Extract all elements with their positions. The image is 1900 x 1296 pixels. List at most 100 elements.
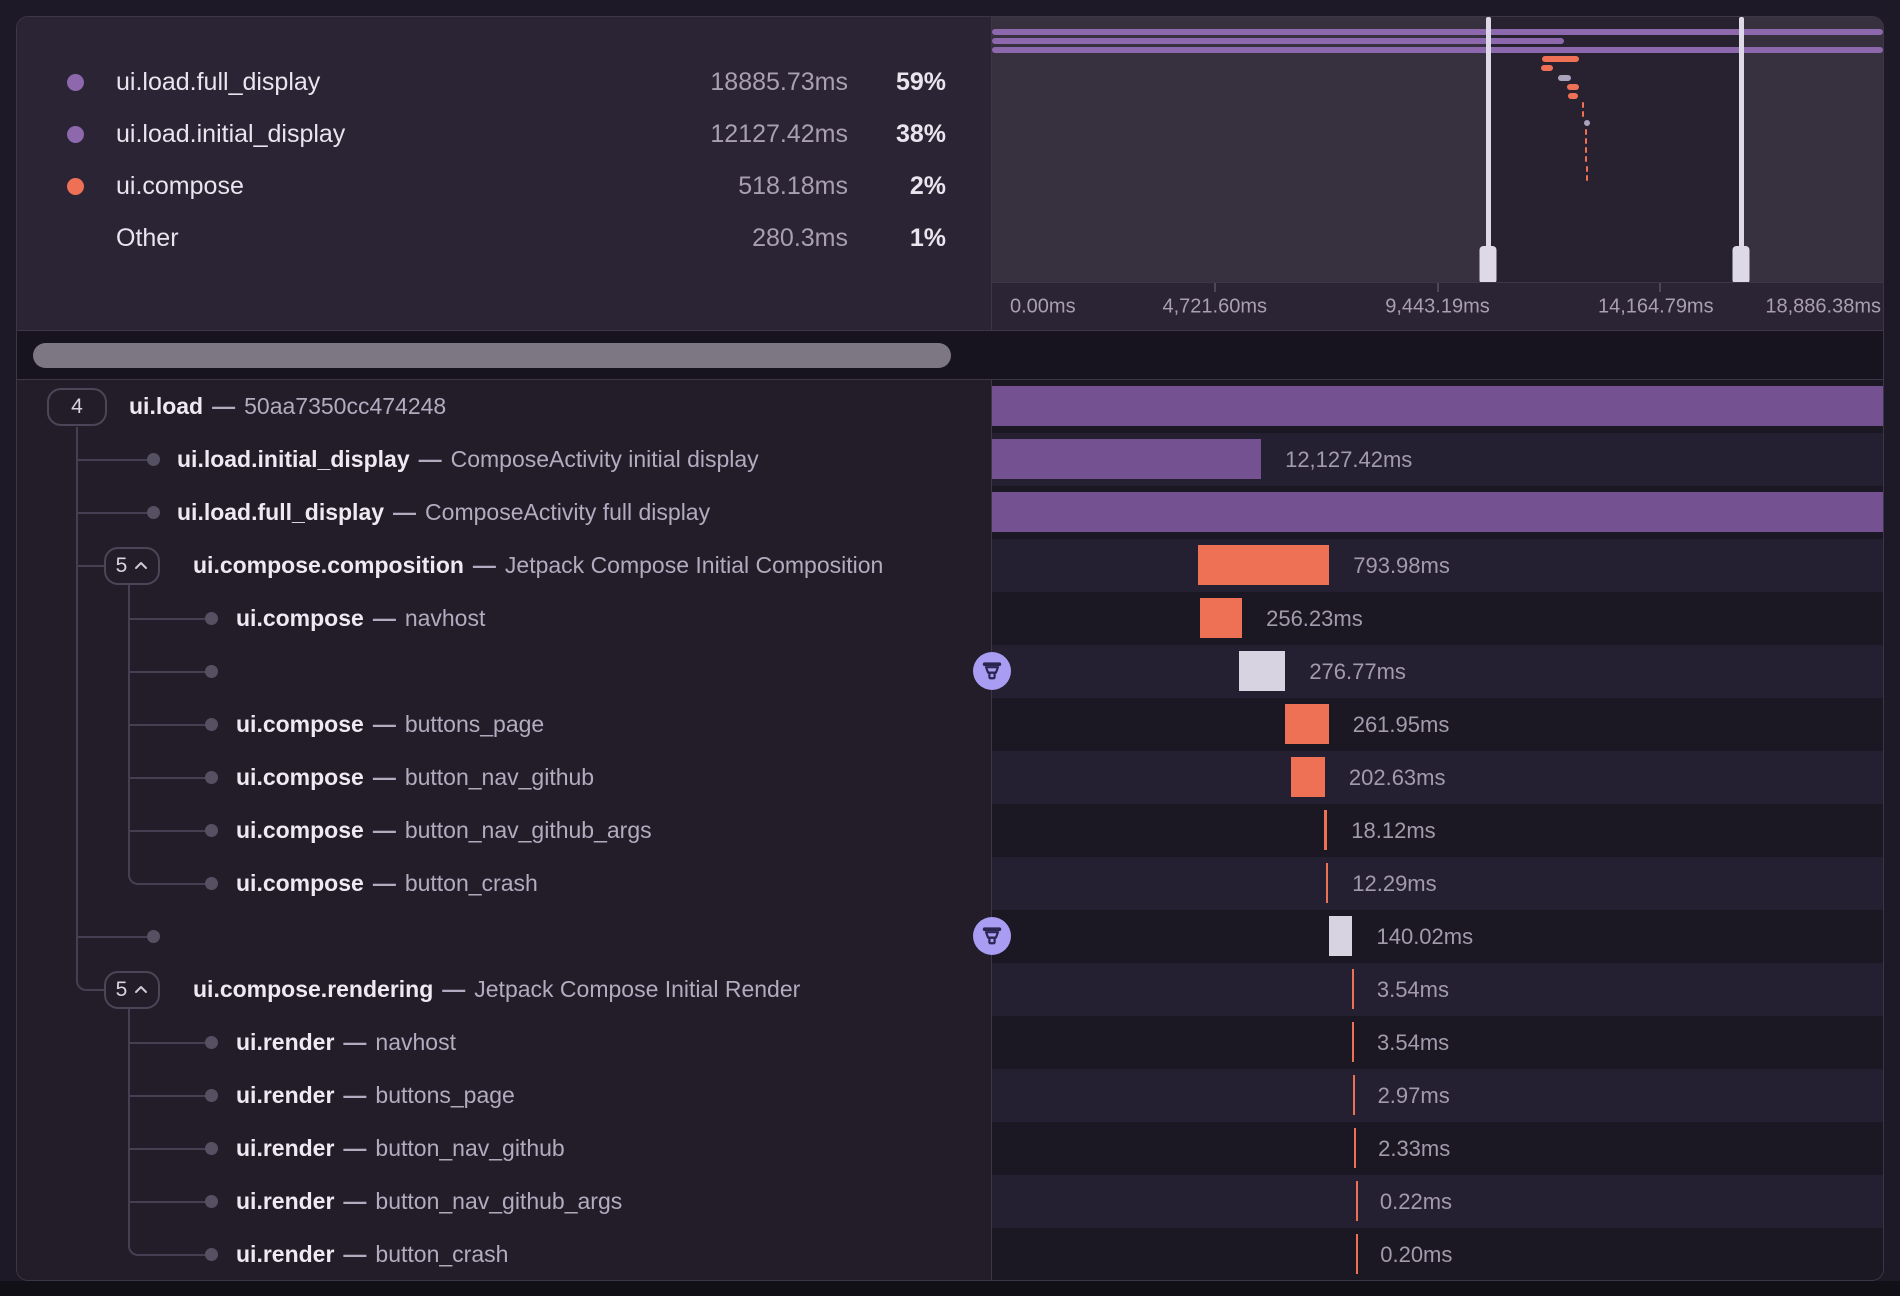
- viewport-handle-grip[interactable]: [1733, 246, 1750, 282]
- span-duration-label: 2.97ms: [1378, 1069, 1450, 1122]
- span-op-name: ui.compose: [236, 870, 364, 897]
- minimap-chart[interactable]: [992, 17, 1883, 282]
- span-tree: 4ui.load—50aa7350cc474248ui.load.initial…: [17, 380, 992, 1281]
- span-chart-row[interactable]: 0.22ms: [992, 1175, 1883, 1228]
- span-op-name: ui.render: [236, 1029, 334, 1056]
- span-tree-row[interactable]: ui.render—button_nav_github_args: [17, 1175, 991, 1228]
- span-separator: —: [343, 1135, 366, 1162]
- span-tree-row-unnamed[interactable]: [17, 910, 991, 963]
- span-duration-bar[interactable]: [992, 386, 1883, 426]
- viewport-handle-right[interactable]: [1739, 17, 1744, 282]
- span-duration-bar[interactable]: [1200, 598, 1243, 638]
- span-tree-row[interactable]: ui.compose—button_crash: [17, 857, 991, 910]
- span-chart-row[interactable]: 3.54ms: [992, 1016, 1883, 1069]
- tree-leaf-dot: [147, 453, 160, 466]
- span-tree-row[interactable]: ui.render—buttons_page: [17, 1069, 991, 1122]
- span-chart-row[interactable]: 202.63ms: [992, 751, 1883, 804]
- viewport-handle-grip[interactable]: [1480, 246, 1497, 282]
- span-chart-row[interactable]: 12.29ms: [992, 857, 1883, 910]
- span-duration-bar[interactable]: [1353, 1075, 1355, 1115]
- span-chart-row[interactable]: 0.20ms: [992, 1228, 1883, 1281]
- span-chart-row[interactable]: 261.95ms: [992, 698, 1883, 751]
- span-separator: —: [373, 870, 396, 897]
- span-chart-row[interactable]: [992, 486, 1883, 539]
- span-chart-row[interactable]: [992, 380, 1883, 433]
- span-chart-row[interactable]: 276.77ms: [992, 645, 1883, 698]
- span-duration-bar[interactable]: [992, 439, 1261, 479]
- span-tree-row[interactable]: ui.render—navhost: [17, 1016, 991, 1069]
- span-duration-label: 3.54ms: [1377, 1016, 1449, 1069]
- legend-percentage: 59%: [862, 68, 946, 97]
- span-duration-bar[interactable]: [1326, 863, 1328, 903]
- profile-icon: [979, 658, 1005, 684]
- span-tree-row[interactable]: ui.compose—button_nav_github_args: [17, 804, 991, 857]
- axis-time-label: 18,886.38ms: [1765, 295, 1881, 318]
- span-tree-row[interactable]: ui.compose—button_nav_github: [17, 751, 991, 804]
- span-tree-row[interactable]: ui.render—button_nav_github: [17, 1122, 991, 1175]
- span-tree-row[interactable]: ui.load.initial_display—ComposeActivity …: [17, 433, 991, 486]
- legend-op-label: Other: [116, 224, 658, 253]
- span-duration-bar[interactable]: [1352, 969, 1354, 1009]
- tree-leaf-dot: [205, 718, 218, 731]
- legend-color-dot: [67, 126, 84, 143]
- trace-minimap[interactable]: 0.00ms4,721.60ms9,443.19ms14,164.79ms18,…: [992, 17, 1883, 330]
- span-chart-row[interactable]: 256.23ms: [992, 592, 1883, 645]
- legend-op-label: ui.compose: [116, 172, 658, 201]
- span-tree-row[interactable]: ui.load.full_display—ComposeActivity ful…: [17, 486, 991, 539]
- minimap-viewport-region[interactable]: [1488, 17, 1741, 282]
- span-chart-row[interactable]: 3.54ms: [992, 963, 1883, 1016]
- span-duration-bar[interactable]: [1285, 704, 1328, 744]
- tree-leaf-dot: [205, 612, 218, 625]
- span-duration-bar[interactable]: [1291, 757, 1325, 797]
- span-separator: —: [419, 446, 442, 473]
- legend-percentage: 2%: [862, 172, 946, 201]
- span-op-name: ui.load: [129, 393, 203, 420]
- trace-body: 4ui.load—50aa7350cc474248ui.load.initial…: [17, 380, 1883, 1281]
- span-chart-row[interactable]: 2.97ms: [992, 1069, 1883, 1122]
- span-separator: —: [442, 976, 465, 1003]
- span-duration-bar[interactable]: [1324, 810, 1327, 850]
- span-duration-bar[interactable]: [1354, 1128, 1356, 1168]
- span-tree-row[interactable]: ui.compose—navhost: [17, 592, 991, 645]
- profile-chip[interactable]: [973, 917, 1011, 955]
- minimap-span: [1568, 93, 1578, 99]
- span-tree-row[interactable]: ui.compose.rendering—Jetpack Compose Ini…: [17, 963, 991, 1016]
- span-duration-label: 3.54ms: [1377, 963, 1449, 1016]
- span-tree-row[interactable]: ui.render—button_crash: [17, 1228, 991, 1281]
- span-chart-row[interactable]: 793.98ms: [992, 539, 1883, 592]
- profile-icon: [979, 923, 1005, 949]
- span-chart-row[interactable]: 12,127.42ms: [992, 433, 1883, 486]
- span-duration-bar[interactable]: [1239, 651, 1285, 691]
- span-duration-bar[interactable]: [992, 492, 1883, 532]
- minimap-span: [992, 38, 1564, 44]
- minimap-span: [1586, 166, 1588, 172]
- span-tree-row[interactable]: ui.compose.composition—Jetpack Compose I…: [17, 539, 991, 592]
- span-chart-row[interactable]: 140.02ms: [992, 910, 1883, 963]
- span-duration-bar[interactable]: [1356, 1181, 1358, 1221]
- span-tree-row[interactable]: ui.load—50aa7350cc474248: [17, 380, 991, 433]
- legend-dot-placeholder: [67, 230, 84, 247]
- tree-scrollbar-track[interactable]: [17, 331, 1883, 380]
- span-description: navhost: [405, 605, 486, 632]
- span-tree-row[interactable]: ui.compose—buttons_page: [17, 698, 991, 751]
- chevron-up-icon: [134, 561, 148, 570]
- tree-scrollbar-thumb[interactable]: [33, 343, 951, 368]
- span-separator: —: [343, 1029, 366, 1056]
- axis-time-label: 9,443.19ms: [1385, 295, 1490, 318]
- minimap-span: [1541, 65, 1553, 71]
- span-duration-bar[interactable]: [1198, 545, 1330, 585]
- viewport-handle-left[interactable]: [1486, 17, 1491, 282]
- children-count-badge[interactable]: 5: [104, 547, 160, 585]
- span-duration-bar[interactable]: [1352, 1022, 1354, 1062]
- span-tree-row-unnamed[interactable]: [17, 645, 991, 698]
- profile-chip[interactable]: [973, 652, 1011, 690]
- span-chart-row[interactable]: 2.33ms: [992, 1122, 1883, 1175]
- span-op-name: ui.compose.composition: [193, 552, 464, 579]
- axis-time-label: 14,164.79ms: [1598, 295, 1714, 318]
- span-duration-bar[interactable]: [1329, 916, 1352, 956]
- span-chart-row[interactable]: 18.12ms: [992, 804, 1883, 857]
- children-count-badge[interactable]: 5: [104, 971, 160, 1009]
- children-count-badge[interactable]: 4: [47, 388, 107, 426]
- span-duration-label: 0.20ms: [1380, 1228, 1452, 1281]
- span-duration-bar[interactable]: [1356, 1234, 1358, 1274]
